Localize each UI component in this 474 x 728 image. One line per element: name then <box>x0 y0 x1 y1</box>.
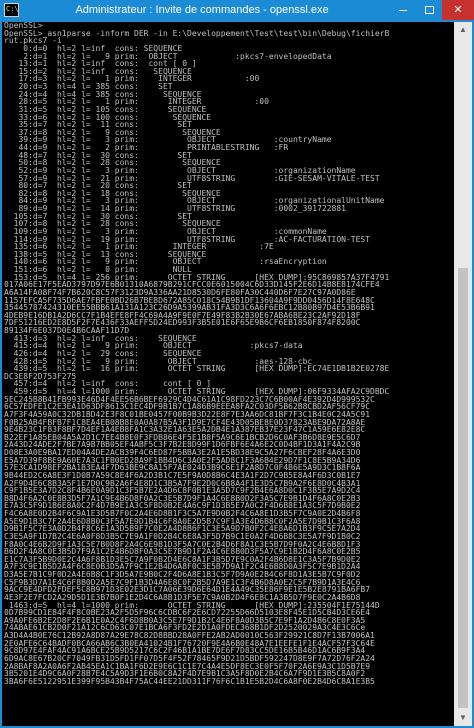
title-bar[interactable]: C:\ Administrateur : Invite de commandes… <box>0 0 474 22</box>
console-text: OpenSSL> OpenSSL> asn1parse -inform DER … <box>4 22 390 686</box>
vertical-scrollbar[interactable]: ▲ ▼ <box>454 22 472 726</box>
maximize-icon <box>424 6 434 15</box>
minimize-button[interactable] <box>390 0 416 20</box>
console-window: C:\ Administrateur : Invite de commandes… <box>0 0 474 728</box>
scroll-down-icon[interactable]: ▼ <box>454 710 472 726</box>
scroll-thumb[interactable] <box>458 268 468 708</box>
maximize-button[interactable] <box>416 0 442 20</box>
close-button[interactable]: ✕ <box>442 0 474 20</box>
close-icon: ✕ <box>453 4 463 16</box>
scroll-up-icon[interactable]: ▲ <box>454 22 472 38</box>
console-output[interactable]: OpenSSL> OpenSSL> asn1parse -inform DER … <box>2 22 454 726</box>
minimize-icon <box>399 9 407 11</box>
